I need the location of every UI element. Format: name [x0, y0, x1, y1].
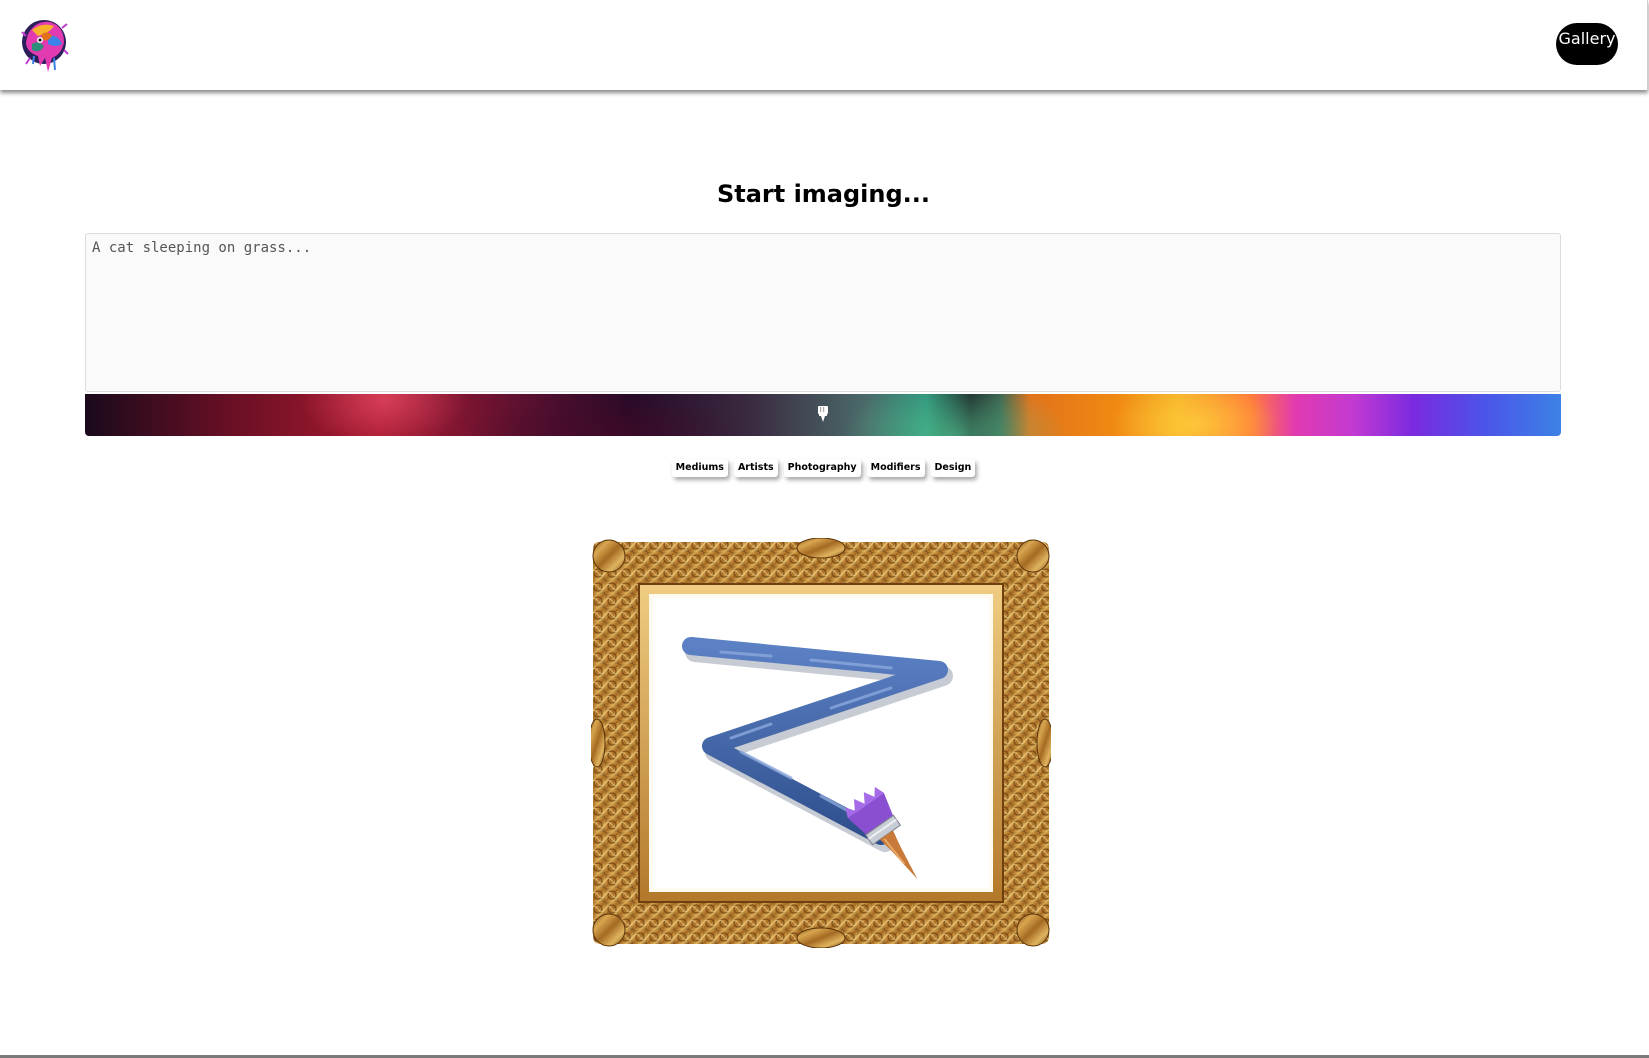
tag-modifiers[interactable]: Modifiers	[866, 459, 925, 477]
gallery-button[interactable]: Gallery	[1556, 23, 1618, 65]
generate-button[interactable]	[85, 394, 1561, 436]
top-navbar: Gallery	[0, 0, 1648, 90]
paintbrush-icon	[818, 406, 828, 422]
gold-frame-paintbrush-illustration	[588, 537, 1054, 949]
tag-artists[interactable]: Artists	[733, 459, 778, 477]
tag-design[interactable]: Design	[930, 459, 976, 477]
placeholder-frame-image	[588, 537, 1054, 949]
prompt-input[interactable]	[85, 233, 1561, 392]
tag-photography[interactable]: Photography	[783, 459, 861, 477]
splatter-face-logo-icon[interactable]	[18, 14, 70, 74]
tag-mediums[interactable]: Mediums	[671, 459, 728, 477]
modifier-tag-list: Mediums Artists Photography Modifiers De…	[0, 459, 1647, 477]
page-title: Start imaging...	[716, 180, 931, 208]
